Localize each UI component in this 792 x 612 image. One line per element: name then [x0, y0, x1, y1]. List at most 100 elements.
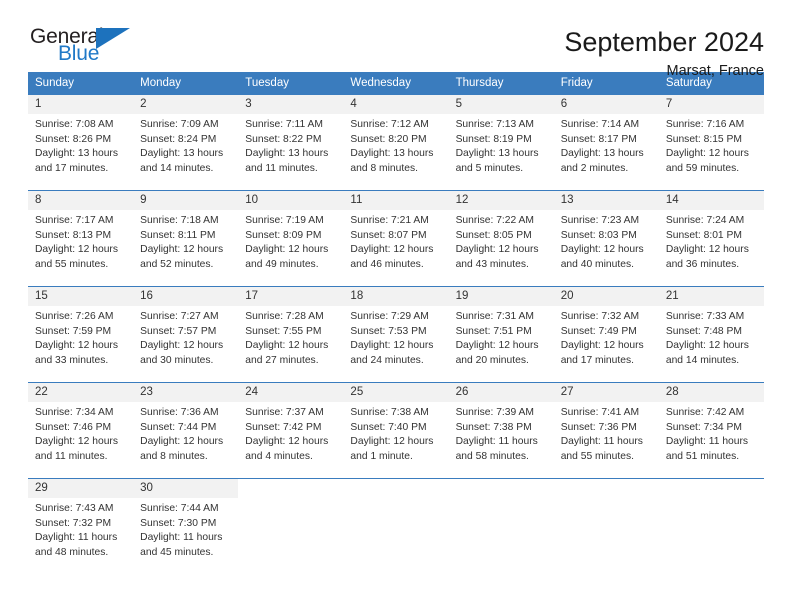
day-cell[interactable]: Sunrise: 7:27 AM Sunset: 7:57 PM Daylight:…	[133, 306, 239, 383]
day-daylight-text: Daylight: 12 hours	[560, 244, 644, 256]
day-daylight-text: Daylight: 12 hours	[245, 244, 329, 256]
day-number[interactable]: 16	[133, 286, 239, 306]
day-number[interactable]: 22	[28, 382, 134, 402]
day-number[interactable]: 2	[133, 94, 239, 114]
day-daylight-text: and 17 minutes.	[35, 162, 109, 174]
day-cell[interactable]: Sunrise: 7:29 AM Sunset: 7:53 PM Daylight:…	[343, 306, 449, 383]
day-daylight-text: Daylight: 13 hours	[35, 148, 118, 160]
day-sunset-text: Sunset: 8:05 PM	[455, 229, 532, 241]
day-daylight-text: Daylight: 13 hours	[140, 148, 224, 160]
day-number[interactable]: 27	[553, 382, 659, 402]
day-number[interactable]: 10	[238, 190, 344, 210]
day-cell[interactable]: Sunrise: 7:11 AM Sunset: 8:22 PM Daylight:…	[238, 114, 344, 191]
day-sunrise-text: Sunrise: 7:09 AM	[140, 119, 219, 130]
generalblue-logo[interactable]: General Blue	[28, 26, 148, 72]
day-daylight-text: and 33 minutes.	[35, 354, 109, 366]
day-cell[interactable]: Sunrise: 7:44 AM Sunset: 7:30 PM Daylight:…	[133, 498, 239, 574]
day-cell[interactable]: Sunrise: 7:13 AM Sunset: 8:19 PM Daylight:…	[448, 114, 554, 191]
day-number[interactable]: 26	[448, 382, 554, 402]
day-number[interactable]: 3	[238, 94, 344, 114]
day-number[interactable]: 9	[133, 190, 239, 210]
day-daylight-text: and 43 minutes.	[455, 258, 529, 270]
day-number[interactable]: 21	[658, 286, 764, 306]
day-cell[interactable]: Sunrise: 7:28 AM Sunset: 7:55 PM Daylight:…	[238, 306, 344, 383]
page-subtitle: Marsat, France	[666, 63, 765, 80]
day-number-empty	[553, 478, 659, 498]
day-sunrise-text: Sunrise: 7:17 AM	[35, 215, 114, 226]
day-daylight-text: and 55 minutes.	[560, 450, 634, 462]
day-cell-empty	[238, 498, 344, 574]
day-cell[interactable]: Sunrise: 7:16 AM Sunset: 8:15 PM Daylight:…	[658, 114, 764, 191]
day-cell[interactable]: Sunrise: 7:22 AM Sunset: 8:05 PM Daylight:…	[448, 210, 554, 287]
day-number[interactable]: 12	[448, 190, 554, 210]
day-number[interactable]: 24	[238, 382, 344, 402]
day-cell[interactable]: Sunrise: 7:14 AM Sunset: 8:17 PM Daylight:…	[553, 114, 659, 191]
day-number[interactable]: 6	[553, 94, 659, 114]
day-cell[interactable]: Sunrise: 7:12 AM Sunset: 8:20 PM Daylight:…	[343, 114, 449, 191]
day-daylight-text: Daylight: 13 hours	[245, 148, 329, 160]
day-cell[interactable]: Sunrise: 7:42 AM Sunset: 7:34 PM Daylight:…	[658, 402, 764, 479]
day-number[interactable]: 18	[343, 286, 449, 306]
page-header: General Blue September 2024 Marsat, Fran…	[28, 0, 764, 78]
day-sunrise-text: Sunrise: 7:37 AM	[245, 407, 324, 418]
day-number[interactable]: 20	[553, 286, 659, 306]
day-number[interactable]: 8	[28, 190, 134, 210]
day-cell[interactable]: Sunrise: 7:34 AM Sunset: 7:46 PM Daylight:…	[28, 402, 134, 479]
week-daynumber-row: 1234567	[28, 94, 764, 114]
day-number[interactable]: 29	[28, 478, 134, 498]
day-cell[interactable]: Sunrise: 7:33 AM Sunset: 7:48 PM Daylight:…	[658, 306, 764, 383]
day-number[interactable]: 5	[448, 94, 554, 114]
calendar-body: 1 2 3 4 5 6 7 Sunrise: 7:08 AM Sunset: 8:26 PM Da…	[28, 94, 764, 574]
day-number[interactable]: 11	[343, 190, 449, 210]
day-daylight-text: Daylight: 12 hours	[140, 436, 224, 448]
day-number[interactable]: 7	[658, 94, 764, 114]
weekday-header-monday: Monday	[133, 72, 239, 95]
day-cell[interactable]: Sunrise: 7:31 AM Sunset: 7:51 PM Daylight:…	[448, 306, 554, 383]
day-daylight-text: and 2 minutes.	[560, 162, 629, 174]
day-number[interactable]: 30	[133, 478, 239, 498]
day-cell[interactable]: Sunrise: 7:36 AM Sunset: 7:44 PM Daylight:…	[133, 402, 239, 479]
day-cell[interactable]: Sunrise: 7:21 AM Sunset: 8:07 PM Daylight:…	[343, 210, 449, 287]
day-cell[interactable]: Sunrise: 7:43 AM Sunset: 7:32 PM Daylight:…	[28, 498, 134, 574]
day-number[interactable]: 15	[28, 286, 134, 306]
week-info-row: Sunrise: 7:17 AM Sunset: 8:13 PM Daylight:…	[28, 210, 764, 287]
day-cell[interactable]: Sunrise: 7:19 AM Sunset: 8:09 PM Daylight:…	[238, 210, 344, 287]
day-daylight-text: Daylight: 12 hours	[35, 340, 118, 352]
day-sunset-text: Sunset: 8:11 PM	[140, 229, 216, 241]
day-cell[interactable]: Sunrise: 7:24 AM Sunset: 8:01 PM Daylight:…	[658, 210, 764, 287]
day-cell[interactable]: Sunrise: 7:18 AM Sunset: 8:11 PM Daylight:…	[133, 210, 239, 287]
day-number[interactable]: 4	[343, 94, 449, 114]
day-number[interactable]: 13	[553, 190, 659, 210]
day-daylight-text: and 11 minutes.	[35, 450, 108, 462]
day-daylight-text: Daylight: 12 hours	[350, 340, 434, 352]
week-daynumber-row: 15 16 17 18 19 20 21	[28, 286, 764, 306]
day-cell[interactable]: Sunrise: 7:32 AM Sunset: 7:49 PM Daylight:…	[553, 306, 659, 383]
day-cell[interactable]: Sunrise: 7:09 AM Sunset: 8:24 PM Daylight:…	[133, 114, 239, 191]
day-cell[interactable]: Sunrise: 7:41 AM Sunset: 7:36 PM Daylight:…	[553, 402, 659, 479]
day-number-empty	[448, 478, 554, 498]
day-sunset-text: Sunset: 8:07 PM	[350, 229, 427, 241]
day-number[interactable]: 19	[448, 286, 554, 306]
day-cell[interactable]: Sunrise: 7:39 AM Sunset: 7:38 PM Daylight:…	[448, 402, 554, 479]
day-cell[interactable]: Sunrise: 7:17 AM Sunset: 8:13 PM Daylight:…	[28, 210, 134, 287]
week-info-row: Sunrise: 7:43 AM Sunset: 7:32 PM Daylight:…	[28, 498, 764, 574]
day-sunrise-text: Sunrise: 7:19 AM	[245, 215, 324, 226]
day-number[interactable]: 14	[658, 190, 764, 210]
day-cell[interactable]: Sunrise: 7:38 AM Sunset: 7:40 PM Daylight:…	[343, 402, 449, 479]
day-number[interactable]: 17	[238, 286, 344, 306]
day-sunset-text: Sunset: 7:53 PM	[350, 325, 427, 337]
day-number[interactable]: 1	[28, 94, 134, 114]
day-cell[interactable]: Sunrise: 7:23 AM Sunset: 8:03 PM Daylight:…	[553, 210, 659, 287]
day-number[interactable]: 23	[133, 382, 239, 402]
day-sunset-text: Sunset: 8:03 PM	[560, 229, 637, 241]
day-number-empty	[658, 478, 764, 498]
day-number[interactable]: 25	[343, 382, 449, 402]
day-daylight-text: and 20 minutes.	[455, 354, 529, 366]
day-sunset-text: Sunset: 8:09 PM	[245, 229, 322, 241]
day-cell[interactable]: Sunrise: 7:37 AM Sunset: 7:42 PM Daylight:…	[238, 402, 344, 479]
day-number[interactable]: 28	[658, 382, 764, 402]
day-sunrise-text: Sunrise: 7:29 AM	[350, 311, 429, 322]
day-sunrise-text: Sunrise: 7:38 AM	[350, 407, 429, 418]
day-cell[interactable]: Sunrise: 7:26 AM Sunset: 7:59 PM Daylight:…	[28, 306, 134, 383]
day-cell[interactable]: Sunrise: 7:08 AM Sunset: 8:26 PM Daylight:…	[28, 114, 134, 191]
